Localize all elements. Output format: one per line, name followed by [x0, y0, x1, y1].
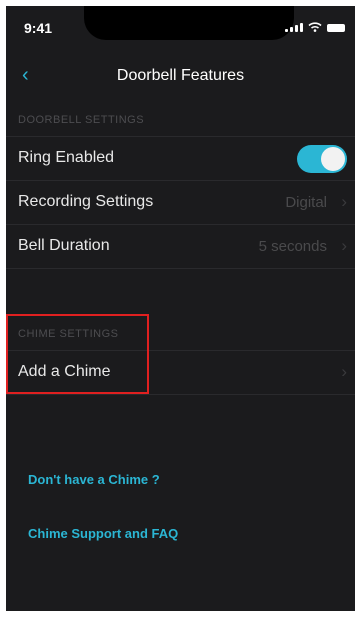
wifi-icon [308, 22, 322, 32]
chime-settings-header: CHIME SETTINGS [18, 328, 119, 340]
nav-bar: ‹ Doorbell Features [6, 56, 355, 96]
status-time: 9:41 [24, 20, 53, 36]
ring-enabled-toggle[interactable] [297, 145, 347, 173]
page-title: Doorbell Features [116, 67, 245, 84]
doorbell-settings-header: DOORBELL SETTINGS [18, 114, 145, 126]
divider [6, 394, 355, 395]
recording-settings-value: Digital [285, 194, 327, 211]
ring-enabled-row: Ring Enabled [6, 137, 355, 180]
app-screen: 9:41 ‹ Doorbell Features DOORBELL SETTIN… [6, 6, 355, 611]
battery-icon [327, 24, 345, 32]
status-icons [285, 22, 345, 32]
status-bar: 9:41 [6, 6, 355, 50]
add-chime-row[interactable]: Add a Chime › [6, 351, 355, 394]
toggle-knob [321, 147, 345, 171]
chevron-right-icon: › [341, 192, 347, 211]
add-chime-label: Add a Chime [18, 363, 111, 380]
no-chime-link[interactable]: Don't have a Chime ? [28, 472, 160, 487]
bell-duration-row[interactable]: Bell Duration 5 seconds › [6, 225, 355, 268]
signal-icon [285, 22, 303, 32]
recording-settings-label: Recording Settings [18, 193, 154, 210]
recording-settings-row[interactable]: Recording Settings Digital › [6, 181, 355, 224]
ring-enabled-label: Ring Enabled [18, 149, 115, 166]
chevron-right-icon: › [341, 362, 347, 381]
chevron-right-icon: › [341, 236, 347, 255]
divider [6, 268, 355, 269]
bell-duration-value: 5 seconds [258, 238, 327, 255]
bell-duration-label: Bell Duration [18, 237, 110, 254]
notch [84, 6, 294, 40]
chime-support-link[interactable]: Chime Support and FAQ [28, 526, 178, 541]
